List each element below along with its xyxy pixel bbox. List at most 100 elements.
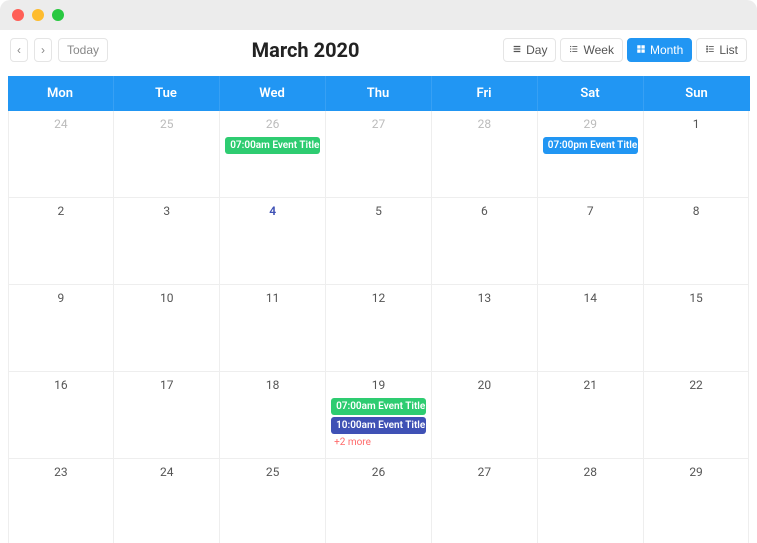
- day-cell[interactable]: 28: [538, 459, 644, 543]
- view-month-button[interactable]: Month: [627, 38, 692, 62]
- view-week-button[interactable]: Week: [560, 38, 622, 62]
- day-cell[interactable]: 20: [432, 372, 538, 459]
- day-cell[interactable]: 1907:00am Event Title N10:00am Event Tit…: [326, 372, 432, 459]
- calendar-event[interactable]: 10:00am Event Title M: [331, 417, 426, 434]
- view-day-label: Day: [526, 44, 547, 56]
- day-number: 6: [436, 202, 533, 222]
- day-number: 17: [118, 376, 215, 396]
- day-number: 26: [330, 463, 427, 483]
- day-cell[interactable]: 2907:00pm Event Title F: [538, 111, 644, 198]
- day-number: 25: [118, 115, 215, 135]
- day-number: 10: [118, 289, 215, 309]
- day-cell[interactable]: 24: [9, 111, 115, 198]
- day-cell[interactable]: 21: [538, 372, 644, 459]
- day-number: 26: [224, 115, 321, 135]
- day-cell[interactable]: 26: [326, 459, 432, 543]
- day-cell[interactable]: 3: [114, 198, 220, 285]
- day-cell[interactable]: 9: [9, 285, 115, 372]
- dayname-sat: Sat: [538, 76, 644, 111]
- calendar-grid: Mon Tue Wed Thu Fri Sat Sun 24252607:00a…: [8, 76, 750, 543]
- chevron-left-icon: ‹: [17, 44, 21, 56]
- calendar-event[interactable]: 07:00pm Event Title F: [543, 137, 638, 154]
- today-button[interactable]: Today: [58, 38, 108, 62]
- window-minimize-button[interactable]: [32, 9, 44, 21]
- day-number: 24: [13, 115, 110, 135]
- view-week-label: Week: [583, 44, 613, 56]
- day-cell[interactable]: 5: [326, 198, 432, 285]
- dayname-mon: Mon: [8, 76, 114, 111]
- grid-icon: [636, 44, 646, 56]
- window-maximize-button[interactable]: [52, 9, 64, 21]
- window-close-button[interactable]: [12, 9, 24, 21]
- next-button[interactable]: ›: [34, 38, 52, 62]
- day-cell[interactable]: 15: [644, 285, 750, 372]
- day-number: 21: [542, 376, 639, 396]
- day-number: 14: [542, 289, 639, 309]
- day-cell[interactable]: 27: [326, 111, 432, 198]
- calendar-dayname-row: Mon Tue Wed Thu Fri Sat Sun: [8, 76, 750, 111]
- day-cell[interactable]: 29: [644, 459, 750, 543]
- day-number: 23: [13, 463, 110, 483]
- day-cell[interactable]: 22: [644, 372, 750, 459]
- table-list-icon: [705, 44, 715, 56]
- day-number: 12: [330, 289, 427, 309]
- day-cell[interactable]: 14: [538, 285, 644, 372]
- day-cell[interactable]: 23: [9, 459, 115, 543]
- list-icon: [512, 44, 522, 56]
- app-window: ‹ › Today March 2020 Day Week Month: [0, 0, 757, 543]
- day-number: 27: [330, 115, 427, 135]
- view-day-button[interactable]: Day: [503, 38, 556, 62]
- day-number: 16: [13, 376, 110, 396]
- day-cell[interactable]: 2: [9, 198, 115, 285]
- day-cell[interactable]: 26 07:00am Event Title F: [220, 111, 326, 198]
- dayname-thu: Thu: [326, 76, 432, 111]
- day-cell[interactable]: 6: [432, 198, 538, 285]
- view-month-label: Month: [650, 44, 683, 56]
- day-cell[interactable]: 25: [220, 459, 326, 543]
- day-cell[interactable]: 17: [114, 372, 220, 459]
- day-cell[interactable]: 24: [114, 459, 220, 543]
- day-cell[interactable]: 18: [220, 372, 326, 459]
- day-cell[interactable]: 11: [220, 285, 326, 372]
- day-number: 22: [648, 376, 745, 396]
- day-number: 27: [436, 463, 533, 483]
- day-cell[interactable]: 25: [114, 111, 220, 198]
- window-titlebar: [0, 0, 757, 30]
- day-number: 15: [648, 289, 745, 309]
- calendar-event[interactable]: 07:00am Event Title F: [225, 137, 320, 154]
- view-list-button[interactable]: List: [696, 38, 747, 62]
- day-number: 3: [118, 202, 215, 222]
- day-number: 5: [330, 202, 427, 222]
- dayname-fri: Fri: [432, 76, 538, 111]
- day-number: 24: [118, 463, 215, 483]
- day-number: 2: [13, 202, 110, 222]
- calendar-title: March 2020: [108, 38, 503, 62]
- day-cell[interactable]: 13: [432, 285, 538, 372]
- prev-button[interactable]: ‹: [10, 38, 28, 62]
- day-number: 11: [224, 289, 321, 309]
- day-number: 20: [436, 376, 533, 396]
- day-cell[interactable]: 27: [432, 459, 538, 543]
- day-cell[interactable]: 7: [538, 198, 644, 285]
- dayname-sun: Sun: [644, 76, 750, 111]
- day-cell[interactable]: 28: [432, 111, 538, 198]
- more-events-link[interactable]: +2 more: [330, 436, 427, 449]
- day-cell[interactable]: 1: [644, 111, 750, 198]
- day-cell[interactable]: 10: [114, 285, 220, 372]
- day-number: 28: [436, 115, 533, 135]
- day-number: 9: [13, 289, 110, 309]
- day-number: 25: [224, 463, 321, 483]
- day-cell[interactable]: 16: [9, 372, 115, 459]
- day-number: 8: [648, 202, 745, 222]
- day-number: 29: [648, 463, 745, 483]
- dayname-wed: Wed: [220, 76, 326, 111]
- chevron-right-icon: ›: [41, 44, 45, 56]
- calendar-toolbar: ‹ › Today March 2020 Day Week Month: [0, 30, 757, 70]
- calendar-event[interactable]: 07:00am Event Title N: [331, 398, 426, 415]
- day-number: 1: [648, 115, 745, 135]
- day-cell[interactable]: 12: [326, 285, 432, 372]
- day-cell[interactable]: 8: [644, 198, 750, 285]
- day-number: 28: [542, 463, 639, 483]
- day-number: 13: [436, 289, 533, 309]
- day-cell[interactable]: 4: [220, 198, 326, 285]
